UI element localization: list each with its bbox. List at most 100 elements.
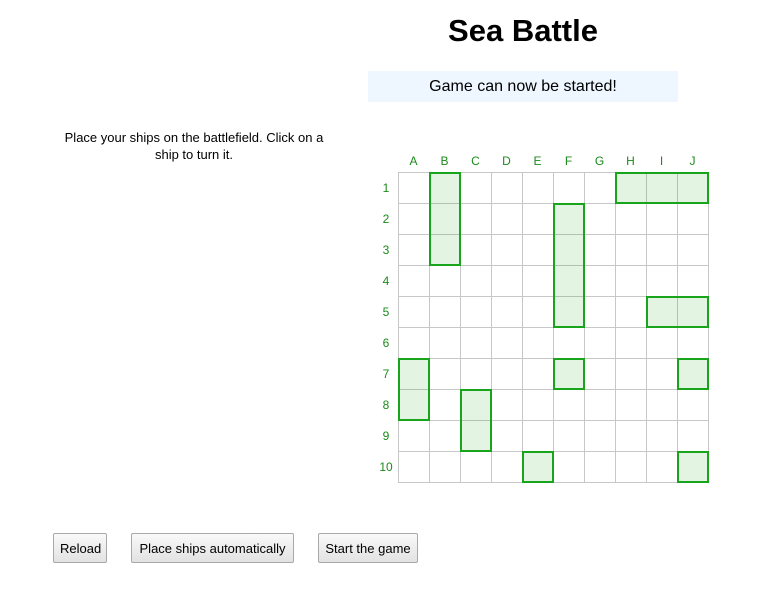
grid-cell-i9[interactable] bbox=[647, 421, 678, 452]
grid-cell-c3[interactable] bbox=[461, 235, 492, 266]
grid-cell-d8[interactable] bbox=[492, 390, 523, 421]
grid-cell-b8[interactable] bbox=[430, 390, 461, 421]
grid-cell-g8[interactable] bbox=[585, 390, 616, 421]
grid-cell-c10[interactable] bbox=[461, 452, 492, 483]
grid-cell-i3[interactable] bbox=[647, 235, 678, 266]
reload-button[interactable]: Reload bbox=[53, 533, 107, 563]
column-label-g: G bbox=[594, 154, 605, 168]
grid-cell-b4[interactable] bbox=[430, 266, 461, 297]
grid-cell-a6[interactable] bbox=[399, 328, 430, 359]
grid-cell-d3[interactable] bbox=[492, 235, 523, 266]
ship-f7-len1[interactable] bbox=[553, 358, 585, 390]
grid-cell-i8[interactable] bbox=[647, 390, 678, 421]
grid-cell-a10[interactable] bbox=[399, 452, 430, 483]
grid-cell-f10[interactable] bbox=[554, 452, 585, 483]
grid-cell-b5[interactable] bbox=[430, 297, 461, 328]
ship-j7-len1[interactable] bbox=[677, 358, 709, 390]
grid-cell-b6[interactable] bbox=[430, 328, 461, 359]
ship-a7-len2[interactable] bbox=[398, 358, 430, 421]
ship-c8-len2[interactable] bbox=[460, 389, 492, 452]
grid-cell-g5[interactable] bbox=[585, 297, 616, 328]
ship-i5-len2[interactable] bbox=[646, 296, 709, 328]
grid-cell-b7[interactable] bbox=[430, 359, 461, 390]
grid-cell-g4[interactable] bbox=[585, 266, 616, 297]
grid-cell-a1[interactable] bbox=[399, 173, 430, 204]
grid-cell-g7[interactable] bbox=[585, 359, 616, 390]
grid-cell-d9[interactable] bbox=[492, 421, 523, 452]
grid-cell-h5[interactable] bbox=[616, 297, 647, 328]
grid-cell-e8[interactable] bbox=[523, 390, 554, 421]
grid-cell-a9[interactable] bbox=[399, 421, 430, 452]
grid-cell-d6[interactable] bbox=[492, 328, 523, 359]
grid-cell-e1[interactable] bbox=[523, 173, 554, 204]
grid-cell-g9[interactable] bbox=[585, 421, 616, 452]
ship-e10-len1[interactable] bbox=[522, 451, 554, 483]
grid-cell-i6[interactable] bbox=[647, 328, 678, 359]
grid-cell-h10[interactable] bbox=[616, 452, 647, 483]
grid-cell-d10[interactable] bbox=[492, 452, 523, 483]
grid-cell-j2[interactable] bbox=[678, 204, 709, 235]
grid-cell-h6[interactable] bbox=[616, 328, 647, 359]
grid-cell-e3[interactable] bbox=[523, 235, 554, 266]
grid-cell-c7[interactable] bbox=[461, 359, 492, 390]
ship-h1-len3[interactable] bbox=[615, 172, 709, 204]
place-ships-automatically-button[interactable]: Place ships automatically bbox=[131, 533, 294, 563]
ship-j10-len1[interactable] bbox=[677, 451, 709, 483]
grid-cell-e6[interactable] bbox=[523, 328, 554, 359]
grid-cell-g1[interactable] bbox=[585, 173, 616, 204]
grid-cell-c1[interactable] bbox=[461, 173, 492, 204]
grid-cell-a5[interactable] bbox=[399, 297, 430, 328]
grid-cell-i4[interactable] bbox=[647, 266, 678, 297]
grid-cell-d5[interactable] bbox=[492, 297, 523, 328]
row-label-10: 10 bbox=[379, 460, 393, 474]
grid-cell-d2[interactable] bbox=[492, 204, 523, 235]
grid-cell-h2[interactable] bbox=[616, 204, 647, 235]
grid-cell-e5[interactable] bbox=[523, 297, 554, 328]
grid-cell-j9[interactable] bbox=[678, 421, 709, 452]
grid-cell-f8[interactable] bbox=[554, 390, 585, 421]
grid-cell-d4[interactable] bbox=[492, 266, 523, 297]
grid-cell-b9[interactable] bbox=[430, 421, 461, 452]
grid-cell-h4[interactable] bbox=[616, 266, 647, 297]
ship-f2-len4[interactable] bbox=[553, 203, 585, 328]
ship-b1-len3[interactable] bbox=[429, 172, 461, 266]
grid-cell-c2[interactable] bbox=[461, 204, 492, 235]
grid-cell-a4[interactable] bbox=[399, 266, 430, 297]
row-label-8: 8 bbox=[382, 398, 390, 412]
grid-cell-i2[interactable] bbox=[647, 204, 678, 235]
grid-cell-e4[interactable] bbox=[523, 266, 554, 297]
grid-cell-h9[interactable] bbox=[616, 421, 647, 452]
column-label-a: A bbox=[409, 154, 418, 168]
grid-cell-g3[interactable] bbox=[585, 235, 616, 266]
grid-cell-c4[interactable] bbox=[461, 266, 492, 297]
start-game-button[interactable]: Start the game bbox=[318, 533, 418, 563]
battlefield-grid[interactable] bbox=[398, 172, 709, 483]
grid-cell-h8[interactable] bbox=[616, 390, 647, 421]
grid-cell-a2[interactable] bbox=[399, 204, 430, 235]
grid-cell-c6[interactable] bbox=[461, 328, 492, 359]
grid-cell-e7[interactable] bbox=[523, 359, 554, 390]
grid-cell-d7[interactable] bbox=[492, 359, 523, 390]
grid-cell-h7[interactable] bbox=[616, 359, 647, 390]
grid-cell-i10[interactable] bbox=[647, 452, 678, 483]
grid-cell-b10[interactable] bbox=[430, 452, 461, 483]
column-label-c: C bbox=[471, 154, 480, 168]
column-label-j: J bbox=[689, 154, 696, 168]
grid-cell-j3[interactable] bbox=[678, 235, 709, 266]
grid-cell-j8[interactable] bbox=[678, 390, 709, 421]
grid-cell-g2[interactable] bbox=[585, 204, 616, 235]
grid-cell-j6[interactable] bbox=[678, 328, 709, 359]
grid-cell-g10[interactable] bbox=[585, 452, 616, 483]
grid-cell-d1[interactable] bbox=[492, 173, 523, 204]
grid-cell-i7[interactable] bbox=[647, 359, 678, 390]
grid-cell-f9[interactable] bbox=[554, 421, 585, 452]
grid-cell-c5[interactable] bbox=[461, 297, 492, 328]
grid-cell-f1[interactable] bbox=[554, 173, 585, 204]
grid-cell-e9[interactable] bbox=[523, 421, 554, 452]
grid-cell-j4[interactable] bbox=[678, 266, 709, 297]
grid-cell-g6[interactable] bbox=[585, 328, 616, 359]
grid-cell-a3[interactable] bbox=[399, 235, 430, 266]
grid-cell-h3[interactable] bbox=[616, 235, 647, 266]
grid-cell-e2[interactable] bbox=[523, 204, 554, 235]
grid-cell-f6[interactable] bbox=[554, 328, 585, 359]
